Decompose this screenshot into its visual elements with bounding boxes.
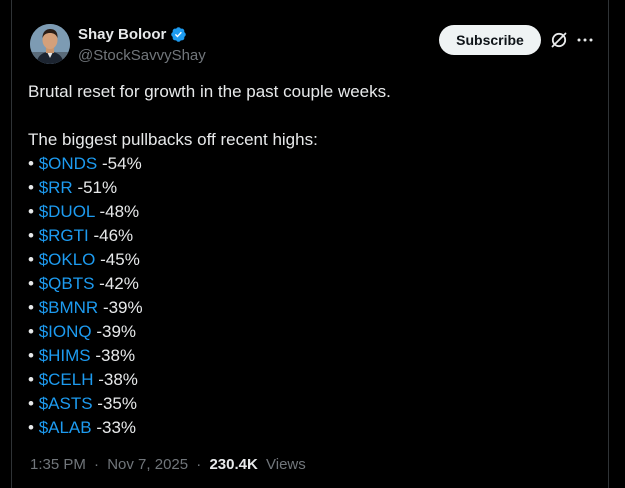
cashtag-link[interactable]: $ONDS (39, 154, 98, 173)
bullet: • (28, 178, 34, 197)
meta-separator: · (94, 456, 100, 473)
display-name[interactable]: Shay Boloor (78, 26, 166, 43)
bullet: • (28, 322, 34, 341)
list-item: • $QBTS -42% (28, 272, 588, 296)
views-count: 230.4K (209, 456, 258, 473)
subscribe-button[interactable]: Subscribe (439, 25, 541, 55)
cashtag-link[interactable]: $OKLO (39, 250, 96, 269)
list-item: • $ONDS -54% (28, 152, 588, 176)
list-item: • $CELH -38% (28, 368, 588, 392)
more-horizontal-icon[interactable] (575, 30, 595, 50)
list-item: • $OKLO -45% (28, 248, 588, 272)
name-row: Shay Boloor (78, 26, 187, 43)
pullback-list: • $ONDS -54% • $RR -51% • $DUOL -48% • $RGT… (28, 152, 588, 440)
bullet: • (28, 250, 34, 269)
bullet: • (28, 346, 34, 365)
cashtag-link[interactable]: $HIMS (39, 346, 91, 365)
cashtag-link[interactable]: $CELH (39, 370, 94, 389)
percent-change: -51% (77, 178, 118, 197)
cashtag-link[interactable]: $ALAB (39, 418, 92, 437)
percent-change: -38% (95, 346, 136, 365)
cashtag-link[interactable]: $RR (39, 178, 73, 197)
list-item: • $RR -51% (28, 176, 588, 200)
bullet: • (28, 274, 34, 293)
grok-slash-icon[interactable] (549, 30, 569, 50)
list-item: • $BMNR -39% (28, 296, 588, 320)
list-item: • $ALAB -33% (28, 416, 588, 440)
tweet-header: Shay Boloor @StockSavvyShay Subscribe (30, 24, 600, 68)
list-item: • $DUOL -48% (28, 200, 588, 224)
cashtag-link[interactable]: $QBTS (39, 274, 95, 293)
percent-change: -46% (93, 226, 134, 245)
avatar[interactable] (30, 24, 70, 64)
list-item: • $HIMS -38% (28, 344, 588, 368)
percent-change: -54% (102, 154, 142, 173)
bullet: • (28, 226, 34, 245)
tweet-time[interactable]: 1:35 PM (30, 456, 86, 473)
percent-change: -42% (99, 274, 139, 293)
user-handle[interactable]: @StockSavvyShay (78, 47, 206, 64)
tweet-date[interactable]: Nov 7, 2025 (107, 456, 188, 473)
views-label: Views (266, 456, 306, 473)
tweet-subtitle: The biggest pullbacks off recent highs: (28, 130, 318, 149)
cashtag-link[interactable]: $BMNR (39, 298, 99, 317)
percent-change: -39% (102, 298, 143, 317)
percent-change: -48% (99, 202, 140, 221)
percent-change: -45% (100, 250, 140, 269)
list-item: • $RGTI -46% (28, 224, 588, 248)
bullet: • (28, 370, 34, 389)
tweet-intro: Brutal reset for growth in the past coup… (28, 82, 391, 101)
percent-change: -33% (96, 418, 137, 437)
bullet: • (28, 418, 34, 437)
cashtag-link[interactable]: $IONQ (39, 322, 92, 341)
bullet: • (28, 154, 34, 173)
cashtag-link[interactable]: $RGTI (39, 226, 89, 245)
list-item: • $IONQ -39% (28, 320, 588, 344)
avatar-image (30, 24, 70, 64)
cashtag-link[interactable]: $ASTS (39, 394, 93, 413)
bullet: • (28, 394, 34, 413)
percent-change: -38% (98, 370, 138, 389)
bullet: • (28, 202, 34, 221)
list-item: • $ASTS -35% (28, 392, 588, 416)
cashtag-link[interactable]: $DUOL (39, 202, 95, 221)
percent-change: -39% (96, 322, 137, 341)
verified-badge-icon (170, 26, 187, 43)
bullet: • (28, 298, 34, 317)
meta-separator: · (196, 456, 202, 473)
percent-change: -35% (97, 394, 137, 413)
tweet-text: Brutal reset for growth in the past coup… (28, 80, 588, 440)
tweet-meta: 1:35 PM · Nov 7, 2025 · 230.4K Views (30, 456, 306, 473)
